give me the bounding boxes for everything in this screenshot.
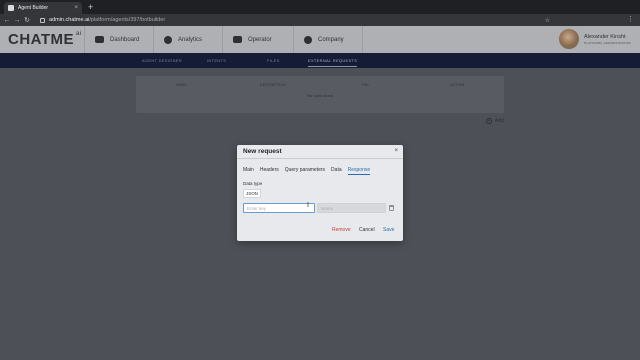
browser-tabstrip: Agent Builder × + [0, 0, 640, 14]
column-header-action: ACTION [450, 83, 465, 87]
data-type-label: Data type [243, 181, 263, 186]
browser-tab[interactable]: Agent Builder × [4, 2, 82, 14]
new-tab-button[interactable]: + [88, 2, 93, 12]
tab-data[interactable]: Data [331, 167, 342, 175]
chat-icon [233, 36, 242, 43]
nav-dashboard-label: Dashboard [110, 36, 140, 43]
tab-agent-designer[interactable]: AGENT DESIGNER [142, 58, 182, 63]
cancel-button[interactable]: Cancel [359, 227, 375, 233]
response-key-input[interactable] [243, 203, 315, 213]
browser-menu-icon[interactable]: ⋮ [627, 15, 634, 23]
response-name-input[interactable] [317, 203, 386, 213]
tab-main[interactable]: Main [243, 167, 254, 175]
forward-icon[interactable]: → [12, 17, 22, 24]
add-request-button[interactable]: + Add [486, 118, 504, 124]
dialog-title: New request [243, 148, 282, 155]
dialog-tabs: Main Headers Query parameters Data Respo… [243, 167, 376, 175]
trash-icon[interactable] [389, 205, 394, 211]
empty-table-message: No rows found [307, 93, 333, 98]
dialog-divider [237, 158, 403, 159]
toggle-icon [95, 36, 104, 43]
lock-icon [40, 17, 45, 23]
tab-query-parameters[interactable]: Query parameters [285, 167, 325, 175]
nav-company-label: Company [318, 36, 344, 43]
pie-chart-icon [164, 35, 172, 44]
close-icon[interactable]: × [394, 148, 398, 154]
sub-navigation: AGENT DESIGNER INTENTS FILES EXTERNAL RE… [0, 53, 640, 68]
nav-dashboard[interactable]: Dashboard [84, 26, 153, 53]
nav-company[interactable]: Company [293, 26, 363, 53]
new-request-dialog: New request × Main Headers Query paramet… [237, 145, 403, 241]
tab-headers[interactable]: Headers [260, 167, 279, 175]
logo-suffix: ai [76, 31, 82, 37]
add-request-label: Add [495, 118, 504, 124]
text-cursor-icon: I [307, 202, 309, 209]
url-host: admin.chatme.ai [49, 17, 90, 23]
reload-icon[interactable]: ↻ [22, 16, 32, 24]
column-header-name: NAME [176, 83, 187, 87]
user-name: Alexander Kinsht [584, 34, 626, 40]
nav-operator[interactable]: Operator [222, 26, 293, 53]
user-role: PLATFORM_ADMINISTRATOR [584, 41, 631, 45]
tab-response[interactable]: Response [347, 167, 371, 175]
browser-tab-title: Agent Builder [18, 5, 49, 11]
favicon-icon [8, 5, 14, 11]
column-header-url: URL [362, 83, 370, 87]
url-path: /platform/agents/397/botbuilder [89, 17, 166, 23]
nav-operator-label: Operator [248, 36, 272, 43]
tab-intents[interactable]: INTENTS [207, 58, 226, 63]
nav-analytics[interactable]: Analytics [153, 26, 222, 53]
remove-button[interactable]: Remove [332, 227, 351, 233]
logo-text: CHATME [8, 31, 75, 48]
column-header-description: DESCRIPTION [260, 83, 287, 87]
avatar[interactable] [559, 29, 579, 49]
tab-external-requests[interactable]: EXTERNAL REQUESTS [308, 58, 358, 67]
bookmark-star-icon[interactable]: ☆ [545, 17, 550, 24]
requests-table: NAME DESCRIPTION URL ACTION No rows foun… [136, 76, 504, 113]
chatme-logo[interactable]: CHATME ai [8, 31, 82, 48]
add-circle-icon: + [486, 118, 492, 124]
tab-files[interactable]: FILES [267, 58, 280, 63]
data-type-select[interactable]: JSON [243, 189, 261, 198]
person-icon [304, 35, 312, 44]
nav-analytics-label: Analytics [178, 36, 203, 43]
browser-addressbar: ← → ↻ admin.chatme.ai/platform/agents/39… [0, 14, 640, 26]
back-icon[interactable]: ← [2, 17, 12, 24]
url-field[interactable]: admin.chatme.ai/platform/agents/397/botb… [49, 17, 165, 23]
close-tab-icon[interactable]: × [74, 5, 78, 11]
app-header: CHATME ai Dashboard Analytics Operator Co… [0, 26, 640, 53]
save-button[interactable]: Save [383, 227, 394, 233]
